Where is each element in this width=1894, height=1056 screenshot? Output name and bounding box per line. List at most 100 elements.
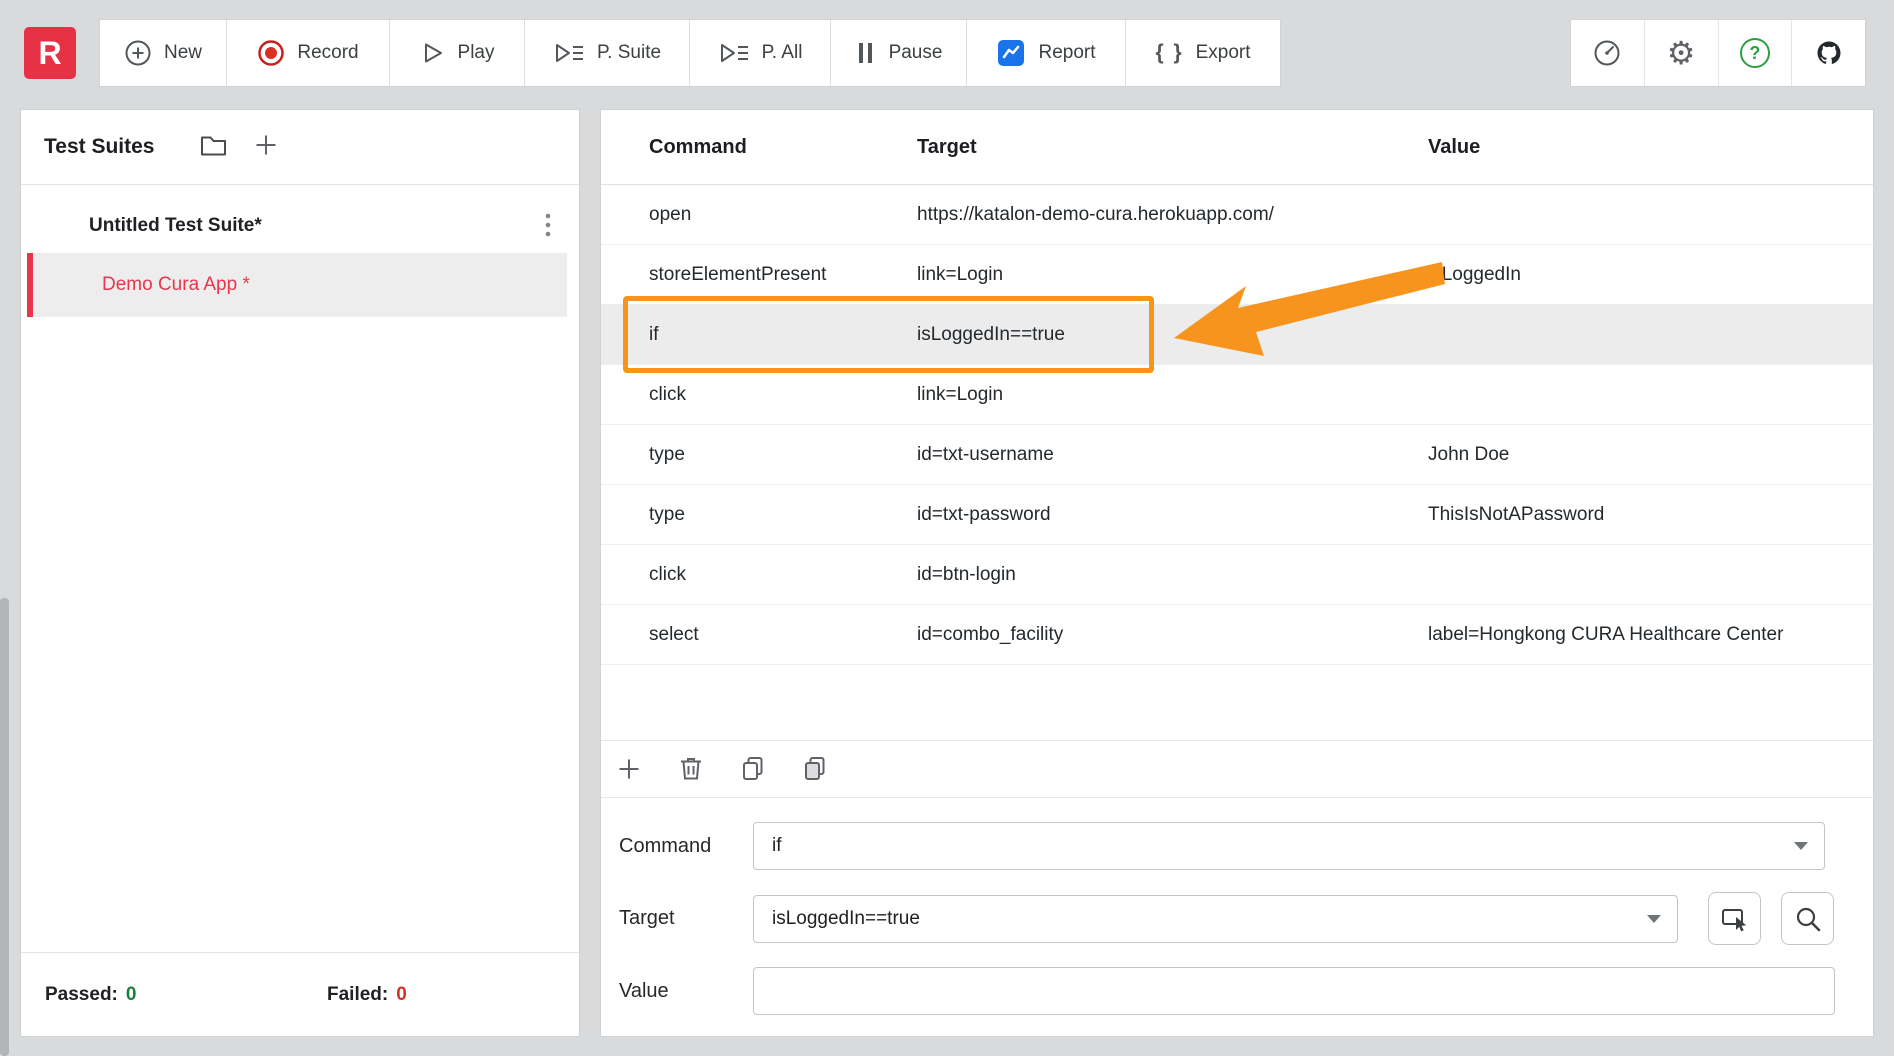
passed-count: 0 <box>125 983 137 1005</box>
cell-value: isLoggedIn <box>1428 263 1521 285</box>
speed-button[interactable] <box>1571 20 1645 86</box>
test-suites-header: Test Suites <box>21 110 579 185</box>
suite-menu-button[interactable] <box>537 209 559 244</box>
play-suite-button[interactable]: P. Suite <box>525 20 690 86</box>
plus-icon <box>256 135 276 154</box>
kebab-menu-icon <box>545 213 551 236</box>
cell-target: id=txt-username <box>917 443 1054 465</box>
failed-stat: Failed: 0 <box>327 984 407 1006</box>
cell-target: id=combo_facility <box>917 623 1064 645</box>
delete-row-button[interactable] <box>678 755 704 783</box>
row-toolbar <box>601 740 1873 798</box>
pause-button[interactable]: Pause <box>831 20 967 86</box>
cell-command: click <box>649 383 686 405</box>
pause-button-label: Pause <box>888 42 943 63</box>
value-input[interactable] <box>753 967 1835 1015</box>
cell-value: label=Hongkong CURA Healthcare Center <box>1428 623 1784 645</box>
failed-count: 0 <box>396 983 407 1005</box>
chevron-down-icon <box>1647 914 1661 923</box>
table-row[interactable]: open https://katalon-demo-cura.herokuapp… <box>601 185 1873 245</box>
play-suite-button-label: P. Suite <box>596 42 662 63</box>
search-icon <box>1796 907 1820 931</box>
play-icon <box>424 43 442 63</box>
target-select-value: isLoggedIn==true <box>772 907 920 929</box>
new-button[interactable]: New <box>100 20 227 86</box>
table-row[interactable]: storeElementPresent link=Login isLoggedI… <box>601 245 1873 305</box>
col-header-command[interactable]: Command <box>601 136 917 159</box>
find-element-button[interactable] <box>1781 892 1834 945</box>
value-editor-row: Value <box>601 967 1873 1015</box>
cell-target: https://katalon-demo-cura.herokuapp.com/ <box>917 203 1274 225</box>
table-row-selected[interactable]: if isLoggedIn==true <box>601 305 1873 365</box>
test-suite-name: Untitled Test Suite* <box>89 215 262 236</box>
github-button[interactable] <box>1792 20 1865 86</box>
cell-target: isLoggedIn==true <box>917 323 1065 345</box>
select-element-icon <box>1721 908 1746 931</box>
secondary-toolbar: ⚙ ? <box>1570 19 1866 87</box>
select-element-button[interactable] <box>1708 892 1761 945</box>
passed-label: Passed: <box>45 983 118 1005</box>
paste-row-button[interactable] <box>802 755 828 783</box>
table-row[interactable]: click id=btn-login <box>601 545 1873 605</box>
cell-command: click <box>649 563 686 585</box>
paste-icon <box>805 757 825 780</box>
katalon-recorder-window: R New Record Play P. Suite P. All Pause <box>0 0 1894 1056</box>
test-suite-item[interactable]: Untitled Test Suite* <box>21 199 579 253</box>
add-suite-button[interactable] <box>253 132 279 163</box>
passed-stat: Passed: 0 <box>45 984 136 1006</box>
test-suites-panel: Test Suites Untitled Test Suite* Demo Cu… <box>20 109 580 1037</box>
target-editor-row: Target isLoggedIn==true <box>601 892 1873 945</box>
add-row-button[interactable] <box>616 756 642 782</box>
test-case-item-selected[interactable]: Demo Cura App * <box>27 253 567 317</box>
play-all-button[interactable]: P. All <box>690 20 831 86</box>
cell-command: type <box>649 503 685 525</box>
cell-target: id=btn-login <box>917 563 1016 585</box>
report-button[interactable]: Report <box>967 20 1126 86</box>
record-button-label: Record <box>297 42 359 63</box>
col-header-value[interactable]: Value <box>1428 136 1873 159</box>
cell-target: link=Login <box>917 383 1004 405</box>
cell-command: select <box>649 623 699 645</box>
cell-value: ThisIsNotAPassword <box>1428 503 1605 525</box>
col-header-target[interactable]: Target <box>917 136 1428 159</box>
help-icon: ? <box>1739 38 1770 68</box>
folder-icon <box>201 136 227 155</box>
commands-panel: Command Target Value open https://katalo… <box>600 109 1874 1037</box>
help-button[interactable]: ? <box>1718 20 1793 86</box>
export-button[interactable]: { } Export <box>1126 20 1280 86</box>
play-button[interactable]: Play <box>390 20 525 86</box>
command-field-label: Command <box>619 834 712 857</box>
page-scrollbar[interactable] <box>0 598 9 1056</box>
play-button-label: Play <box>457 42 495 63</box>
command-select-value: if <box>772 835 782 856</box>
copy-row-button[interactable] <box>740 755 766 783</box>
cell-value: John Doe <box>1428 443 1510 465</box>
cell-target: link=Login <box>917 263 1004 285</box>
cell-command: type <box>649 443 685 465</box>
settings-button[interactable]: ⚙ <box>1644 20 1719 86</box>
export-button-label: Export <box>1195 42 1251 63</box>
table-row[interactable]: type id=txt-username John Doe <box>601 425 1873 485</box>
copy-icon <box>743 757 763 780</box>
command-editor-row: Command if <box>601 822 1873 870</box>
play-suite-icon <box>555 44 583 62</box>
report-button-label: Report <box>1038 42 1096 63</box>
plus-icon <box>619 759 639 779</box>
pause-icon <box>858 43 872 63</box>
results-footer: Passed: 0 Failed: 0 <box>21 952 579 1036</box>
open-suite-button[interactable] <box>200 134 227 161</box>
gear-icon: ⚙ <box>1666 35 1696 71</box>
table-row[interactable]: select id=combo_facility label=Hongkong … <box>601 605 1873 665</box>
table-row[interactable]: type id=txt-password ThisIsNotAPassword <box>601 485 1873 545</box>
record-button[interactable]: Record <box>227 20 390 86</box>
value-field-label: Value <box>619 979 669 1002</box>
test-suites-title: Test Suites <box>44 135 155 158</box>
target-select[interactable]: isLoggedIn==true <box>753 894 1678 943</box>
table-row[interactable]: click link=Login <box>601 365 1873 425</box>
app-logo[interactable]: R <box>24 27 76 79</box>
new-button-label: New <box>163 42 202 63</box>
github-icon <box>1817 41 1841 64</box>
cell-command: open <box>649 203 692 225</box>
command-select[interactable]: if <box>753 822 1825 870</box>
cell-command: if <box>649 323 659 345</box>
